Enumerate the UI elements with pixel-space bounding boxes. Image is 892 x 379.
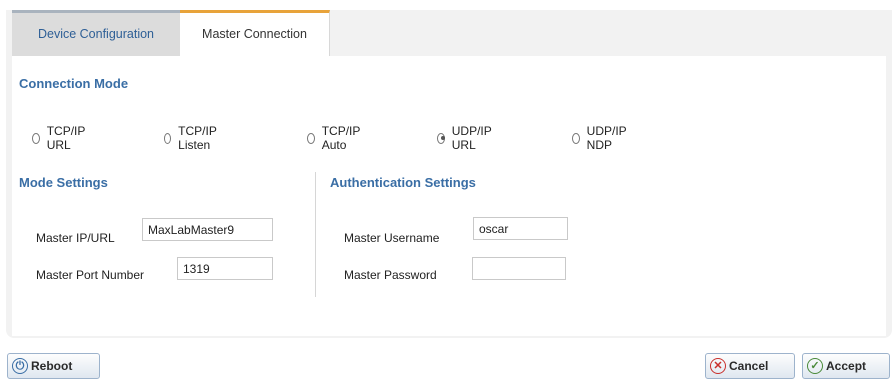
tab-content: [12, 56, 886, 336]
radio-circle: [32, 132, 40, 144]
radio-tcpip-listen[interactable]: TCP/IP Listen: [164, 124, 220, 152]
power-icon: ⏻: [12, 358, 28, 374]
radio-label: TCP/IP Auto: [321, 124, 361, 152]
reboot-button-label: Reboot: [31, 359, 73, 373]
radio-label: TCP/IP Listen: [178, 124, 217, 152]
authentication-settings-title: Authentication Settings: [330, 175, 476, 190]
cancel-button[interactable]: ✕ Cancel: [705, 353, 795, 379]
master-password-input[interactable]: [472, 257, 566, 280]
mode-settings-title: Mode Settings: [19, 175, 108, 190]
radio-tcpip-auto[interactable]: TCP/IP Auto: [307, 124, 363, 152]
accept-button[interactable]: ✓ Accept: [802, 353, 890, 379]
master-ip-input[interactable]: [142, 218, 273, 241]
accept-button-label: Accept: [826, 359, 867, 373]
radio-label: UDP/IP NDP: [586, 124, 627, 152]
radio-circle: [572, 132, 580, 144]
cancel-x-icon: ✕: [710, 358, 726, 374]
connection-mode-title: Connection Mode: [19, 76, 129, 91]
radio-udpip-ndp[interactable]: UDP/IP NDP: [572, 124, 630, 152]
cancel-button-label: Cancel: [729, 359, 769, 373]
master-port-label: Master Port Number: [36, 268, 145, 282]
radio-circle: [307, 132, 315, 144]
radio-label: TCP/IP URL: [46, 124, 86, 152]
master-password-label: Master Password: [344, 268, 437, 282]
section-divider: [315, 172, 316, 297]
radio-tcpip-url[interactable]: TCP/IP URL: [32, 124, 88, 152]
radio-label: UDP/IP URL: [451, 124, 492, 152]
radio-circle-selected: [437, 132, 445, 144]
tab-master-connection[interactable]: Master Connection: [180, 10, 330, 56]
master-username-input[interactable]: [473, 217, 568, 240]
radio-circle: [164, 132, 172, 144]
checkmark-icon: ✓: [807, 358, 823, 374]
tab-device-configuration[interactable]: Device Configuration: [12, 10, 180, 56]
master-port-input[interactable]: [177, 257, 273, 280]
reboot-button[interactable]: ⏻ Reboot: [7, 353, 100, 379]
master-ip-label: Master IP/URL: [36, 231, 115, 245]
radio-udpip-url[interactable]: UDP/IP URL: [437, 124, 495, 152]
master-username-label: Master Username: [344, 231, 440, 245]
